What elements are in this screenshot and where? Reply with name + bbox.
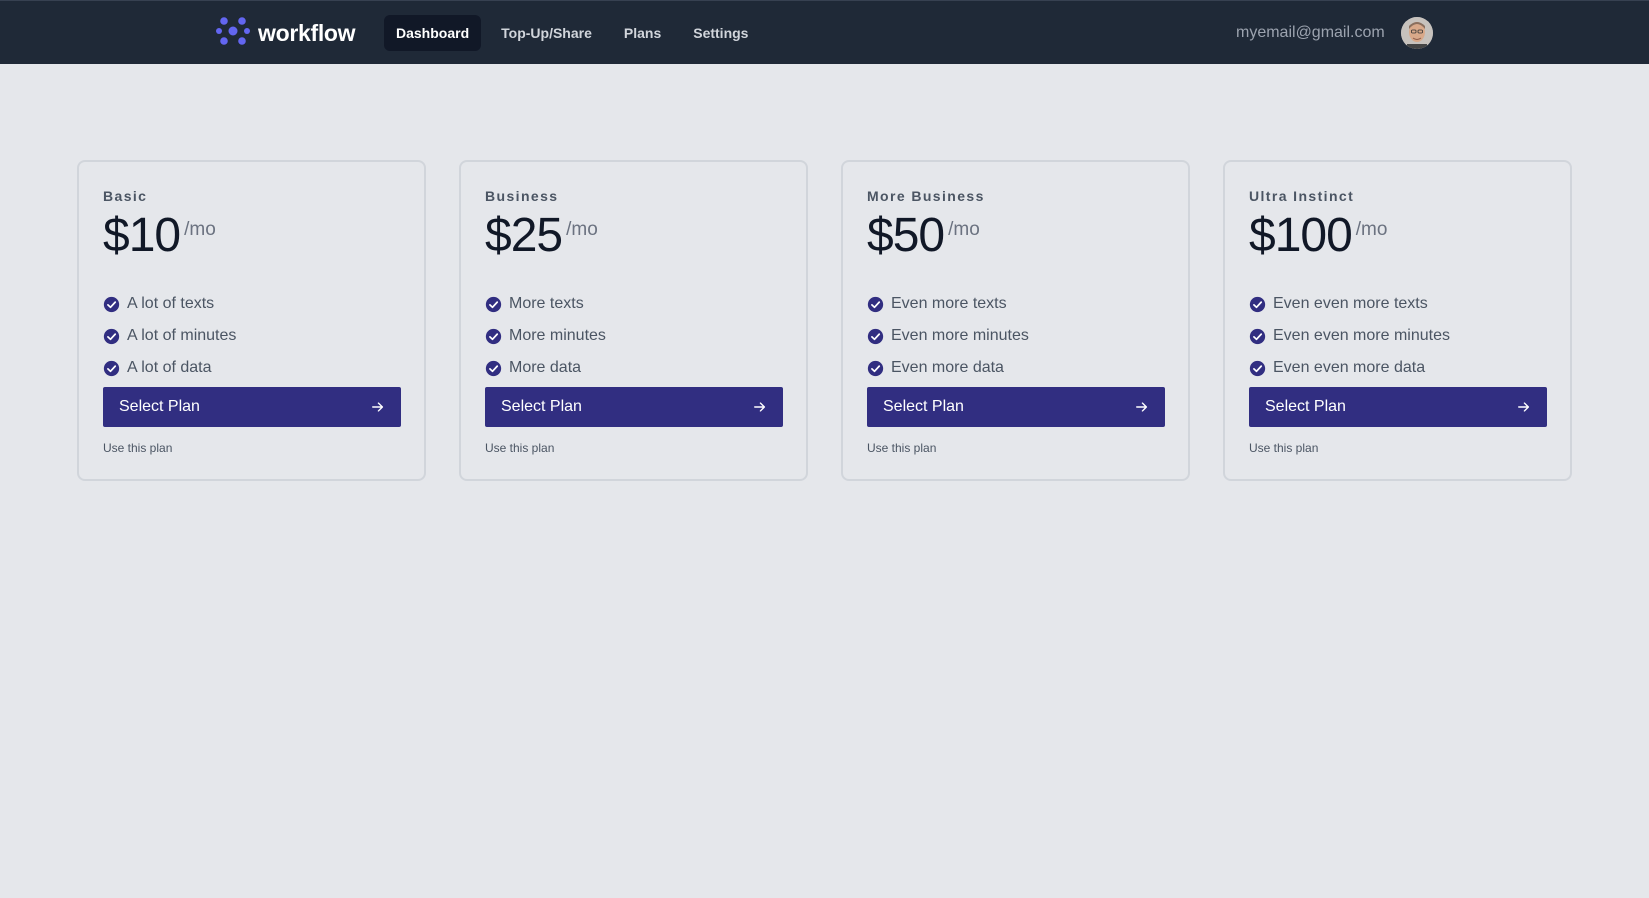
price-row: $100 /mo (1249, 210, 1546, 262)
plan-period: /mo (566, 219, 598, 240)
top-navigation-bar: workflow Dashboard Top-Up/Share Plans Se… (0, 0, 1649, 64)
plan-card-more-business: More Business $50 /mo Even more texts Ev… (841, 160, 1190, 481)
feature-item: Even more texts (867, 288, 1164, 320)
plan-hint: Use this plan (103, 441, 173, 455)
select-plan-label: Select Plan (883, 398, 964, 415)
nav-item-dashboard[interactable]: Dashboard (384, 15, 482, 51)
price-row: $25 /mo (485, 210, 782, 262)
plan-hint: Use this plan (1249, 441, 1319, 455)
check-circle-icon (103, 328, 120, 344)
feature-label: More texts (509, 295, 584, 312)
select-plan-button[interactable]: Select Plan (867, 387, 1165, 427)
plan-name: Basic (103, 188, 148, 204)
feature-item: A lot of texts (103, 288, 400, 320)
feature-label: Even even more data (1273, 359, 1426, 376)
select-plan-button[interactable]: Select Plan (485, 387, 783, 427)
main-nav: Dashboard Top-Up/Share Plans Settings (384, 15, 760, 51)
feature-item: More minutes (485, 320, 782, 352)
feature-item: Even even more texts (1249, 288, 1546, 320)
feature-label: Even more minutes (891, 327, 1029, 344)
feature-label: A lot of texts (127, 295, 215, 312)
check-circle-icon (1249, 296, 1266, 312)
feature-list: A lot of texts A lot of minutes A lot of… (103, 288, 400, 384)
feature-item: A lot of minutes (103, 320, 400, 352)
check-circle-icon (867, 360, 884, 376)
feature-item: More texts (485, 288, 782, 320)
plan-name: Ultra Instinct (1249, 188, 1355, 204)
plan-price: $50 (867, 209, 945, 262)
price-row: $10 /mo (103, 210, 400, 262)
check-circle-icon (867, 328, 884, 344)
avatar[interactable] (1400, 17, 1433, 49)
feature-item: Even more data (867, 352, 1164, 384)
plan-price: $100 (1249, 209, 1353, 262)
plan-period: /mo (948, 219, 980, 240)
feature-item: More data (485, 352, 782, 384)
plan-hint: Use this plan (867, 441, 937, 455)
feature-item: Even even more data (1249, 352, 1546, 384)
feature-list: Even more texts Even more minutes Even m… (867, 288, 1164, 384)
arrow-right-icon (1136, 402, 1148, 412)
check-circle-icon (103, 296, 120, 312)
feature-label: More minutes (509, 327, 606, 344)
select-plan-label: Select Plan (1265, 398, 1346, 415)
feature-item: Even more minutes (867, 320, 1164, 352)
plan-card-ultra-instinct: Ultra Instinct $100 /mo Even even more t… (1223, 160, 1572, 481)
plan-price: $25 (485, 209, 563, 262)
select-plan-label: Select Plan (119, 398, 200, 415)
plan-card-basic: Basic $10 /mo A lot of texts A lot of mi… (77, 160, 426, 481)
check-circle-icon (485, 360, 502, 376)
nav-item-top-up-share[interactable]: Top-Up/Share (489, 15, 604, 51)
feature-label: A lot of minutes (127, 327, 237, 344)
arrow-right-icon (372, 402, 384, 412)
check-circle-icon (1249, 360, 1266, 376)
check-circle-icon (485, 296, 502, 312)
plan-period: /mo (1355, 219, 1388, 240)
plan-name: More Business (867, 188, 985, 204)
select-plan-label: Select Plan (501, 398, 582, 415)
plan-card-business: Business $25 /mo More texts More minutes… (459, 160, 808, 481)
feature-label: Even even more texts (1273, 295, 1428, 312)
arrow-right-icon (1518, 402, 1530, 412)
feature-list: More texts More minutes More data (485, 288, 782, 384)
workflow-logo-icon (216, 14, 250, 53)
feature-label: Even more texts (891, 295, 1007, 312)
nav-item-plans[interactable]: Plans (612, 15, 673, 51)
user-menu[interactable]: myemail@gmail.com (1236, 17, 1433, 49)
feature-label: Even more data (891, 359, 1004, 376)
select-plan-button[interactable]: Select Plan (103, 387, 401, 427)
select-plan-button[interactable]: Select Plan (1249, 387, 1547, 427)
feature-label: More data (509, 359, 582, 376)
arrow-right-icon (754, 402, 766, 412)
check-circle-icon (867, 296, 884, 312)
check-circle-icon (485, 328, 502, 344)
plan-price: $10 (103, 209, 181, 262)
user-email: myemail@gmail.com (1236, 24, 1385, 41)
check-circle-icon (103, 360, 120, 376)
plan-period: /mo (184, 219, 216, 240)
feature-item: A lot of data (103, 352, 400, 384)
price-row: $50 /mo (867, 210, 1164, 262)
feature-label: A lot of data (127, 359, 212, 376)
feature-list: Even even more texts Even even more minu… (1249, 288, 1546, 384)
check-circle-icon (1249, 328, 1266, 344)
plan-cards: Basic $10 /mo A lot of texts A lot of mi… (77, 160, 1573, 481)
feature-label: Even even more minutes (1273, 327, 1450, 344)
plan-name: Business (485, 188, 559, 204)
brand[interactable]: workflow (216, 14, 356, 53)
feature-item: Even even more minutes (1249, 320, 1546, 352)
plan-hint: Use this plan (485, 441, 555, 455)
nav-item-settings[interactable]: Settings (681, 15, 760, 51)
brand-name: workflow (258, 19, 356, 46)
